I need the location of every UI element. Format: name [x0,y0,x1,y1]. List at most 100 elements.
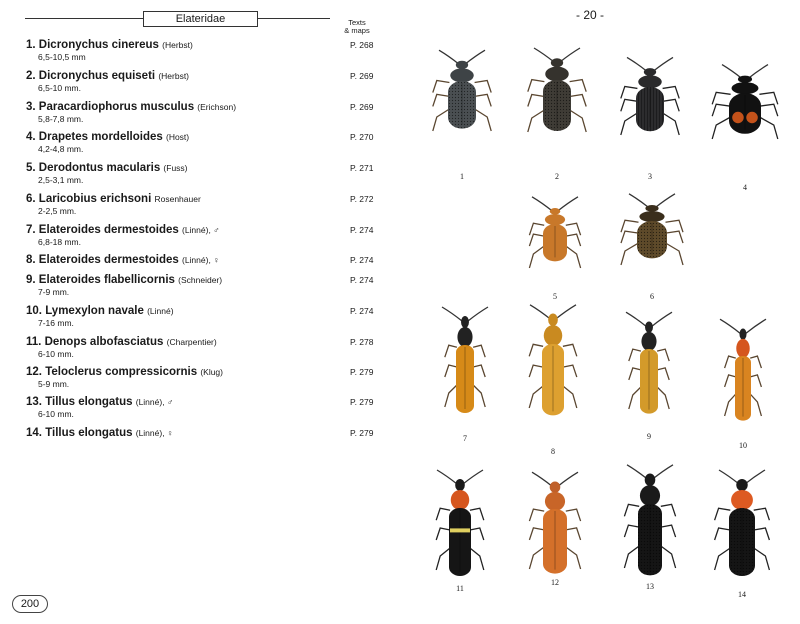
beetle-leg [723,393,737,417]
page-reference: P. 271 [350,163,374,173]
page-reference: P. 274 [350,306,374,316]
beetle-leg [620,85,638,99]
beetle-leg [723,374,736,388]
species-name: Dicronychus cinereus [38,39,159,51]
species-name: Tillus elongatus [45,427,133,439]
beetle-head [455,479,465,491]
beetle-leg [528,233,545,247]
beetle-figure [527,47,587,133]
beetle-leg [435,507,451,521]
elytra-band [450,528,470,533]
beetle-pronotum [450,68,474,83]
species-entry: 3. Paracardiophorus musculus (Erichson) 5… [26,101,386,124]
beetle-antenna [719,318,741,334]
species-name: Paracardiophorus musculus [38,101,195,113]
beetle-pronotum [731,490,753,510]
beetle-leg [565,527,582,541]
species-entry: 10. Lymexylon navale (Linné) 7-16 mm. P. 2… [26,305,386,328]
figure-number: 7 [463,434,467,443]
entry-number: 11. [26,336,42,348]
beetle-antenna [652,56,674,72]
species-author: (Herbst) [162,40,193,50]
beetle-leg [759,116,779,140]
figure-number: 1 [460,172,464,181]
species-size: 7-9 mm. [38,287,70,297]
beetle-head [739,328,747,340]
species-name: Elateroides dermestoides [38,224,179,236]
page-reference: P. 274 [350,275,374,285]
beetle-head [737,75,753,83]
beetle-antenna [626,56,648,72]
species-entry: 9. Elateroides flabellicornis (Schneider… [26,274,386,297]
beetle-leg [528,546,545,570]
beetle-leg [620,219,639,233]
beetle-leg [444,364,458,378]
beetle-head [736,479,748,491]
beetle-antenna [718,469,740,485]
page-reference: P. 279 [350,397,374,407]
entry-number: 1. [26,39,36,51]
beetle-figure [711,64,779,140]
beetle-pronotum [544,214,566,226]
species-author: (Erichson) [197,102,237,112]
beetle-pronotum [641,331,657,351]
beetle-figure [713,469,771,576]
beetle-head [643,68,657,76]
beetle-pronotum [450,490,470,510]
species-size: 4,2-4,8 mm. [38,144,84,154]
beetle-leg [759,91,779,105]
species-size: 6-10 mm. [38,409,74,419]
species-name: Lymexylon navale [45,305,144,317]
beetle-leg [662,98,680,112]
beetle-leg [444,344,458,358]
beetle-leg [472,364,486,378]
species-author: (Host) [165,132,190,142]
beetle-antenna [529,304,551,320]
beetle-leg [628,348,642,362]
beetle-head [549,481,561,493]
beetle-antenna [721,64,743,80]
species-name-line: 6. Laricobius erichsoni Rosenhauer [26,193,386,205]
beetle-leg [435,527,451,541]
beetle-leg [750,355,763,369]
beetle-leg [623,524,640,538]
beetle-leg [660,503,677,517]
beetle-leg [569,109,587,133]
beetle-leg [662,112,680,136]
species-size: 2,5-3,1 mm. [38,175,84,185]
beetle-leg [620,98,638,112]
beetle-leg [711,103,731,117]
figure-number: 3 [648,172,652,181]
species-author: (Charpentier) [166,337,217,347]
entry-number: 14. [26,427,42,439]
species-name: Laricobius erichsoni [38,193,152,205]
beetle-head [645,321,653,333]
species-name-line: 14. Tillus elongatus (Linné), ♀ [26,427,386,439]
beetle-leg [713,547,731,571]
species-name: Teloclerus compressicornis [45,366,198,378]
beetle-leg [749,393,763,417]
beetle-leg [713,507,731,521]
beetle-head [550,58,564,68]
species-author: (Herbst) [158,71,190,81]
beetle-figure [625,311,673,414]
beetle-leg [753,547,771,571]
elytra-spot [746,111,758,124]
beetle-antenna [559,47,581,63]
beetle-leg [660,545,677,569]
species-entry: 6. Laricobius erichsoni Rosenhauer 2-2,5 … [26,193,386,216]
beetle-antenna [745,318,767,334]
beetle-antenna [628,193,650,209]
beetle-leg [528,222,545,236]
beetle-antenna [464,49,486,65]
beetle-figure [620,56,680,136]
entry-number: 6. [26,193,36,205]
figure-number: 2 [555,172,559,181]
species-size: 6,5-10 mm. [38,83,81,93]
page-reference: P. 274 [350,255,374,265]
entry-number: 10. [26,305,42,317]
figure-number: 9 [647,432,651,441]
species-name-line: 1. Dicronychus cinereus (Herbst) [26,39,386,51]
beetle-leg [623,545,640,569]
species-name-line: 3. Paracardiophorus musculus (Erichson) [26,101,386,113]
